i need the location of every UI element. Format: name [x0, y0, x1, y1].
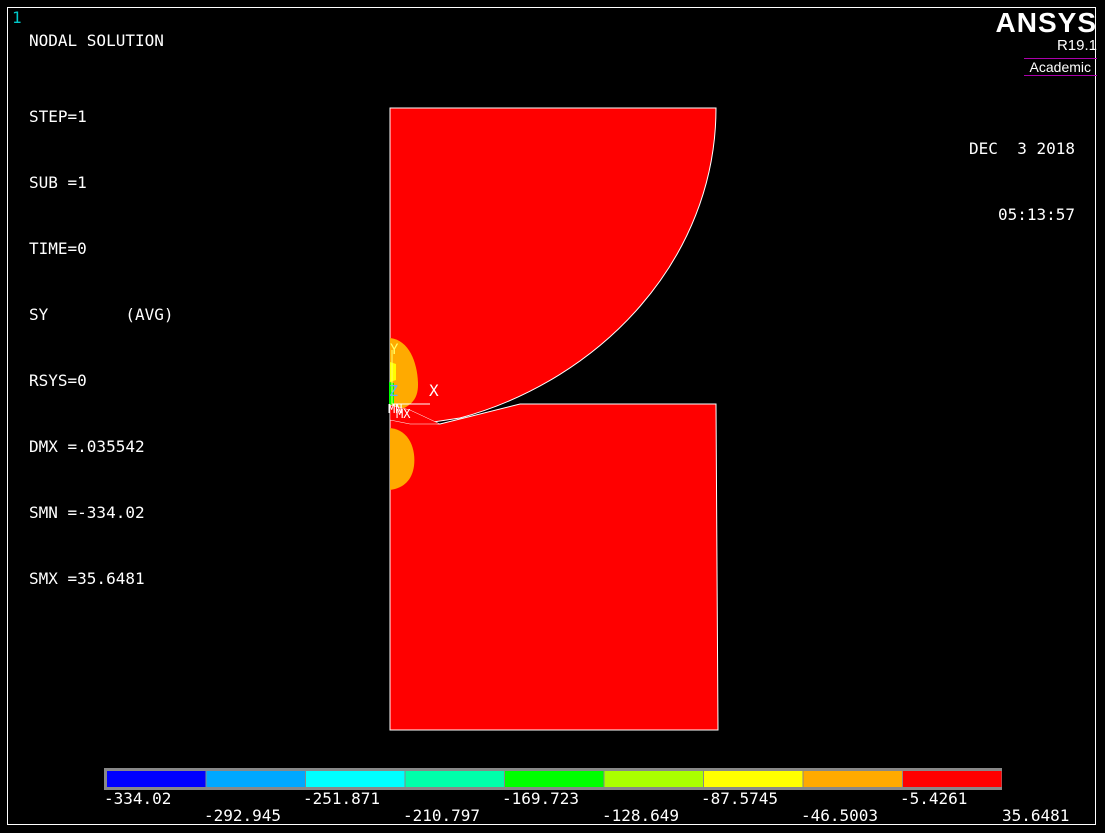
legend-label-lower: 35.6481	[1002, 806, 1070, 825]
contour-region-yellow	[390, 362, 396, 382]
legend-swatch	[604, 771, 703, 787]
legend-label-lower: -292.945	[204, 806, 282, 825]
triad-y-label: Y	[390, 342, 399, 358]
triad-x-label: X	[429, 381, 439, 400]
legend-label-upper: -169.723	[502, 789, 580, 808]
legend-swatch	[803, 771, 902, 787]
upper-body-region	[389, 107, 717, 425]
legend-label-upper: -334.02	[104, 789, 172, 808]
legend-label-upper: -251.871	[303, 789, 381, 808]
legend-swatch	[505, 771, 604, 787]
legend-label-lower: -46.5003	[801, 806, 879, 825]
legend-label-upper: -5.4261	[900, 789, 968, 808]
triad-z-label: Z	[389, 382, 398, 400]
contour-legend	[104, 768, 1002, 790]
contour-plot[interactable]: Y Z X MN MX	[0, 0, 1105, 833]
legend-label-upper: -87.5745	[701, 789, 779, 808]
legend-label-lower: -210.797	[403, 806, 481, 825]
legend-label-lower: -128.649	[602, 806, 680, 825]
legend-swatch	[704, 771, 803, 787]
legend-swatch	[306, 771, 405, 787]
legend-swatch	[405, 771, 504, 787]
legend-swatch	[206, 771, 305, 787]
max-marker: MX	[396, 407, 411, 421]
legend-swatch	[107, 771, 206, 787]
legend-swatch	[903, 771, 1002, 787]
lower-body-region	[389, 403, 719, 731]
